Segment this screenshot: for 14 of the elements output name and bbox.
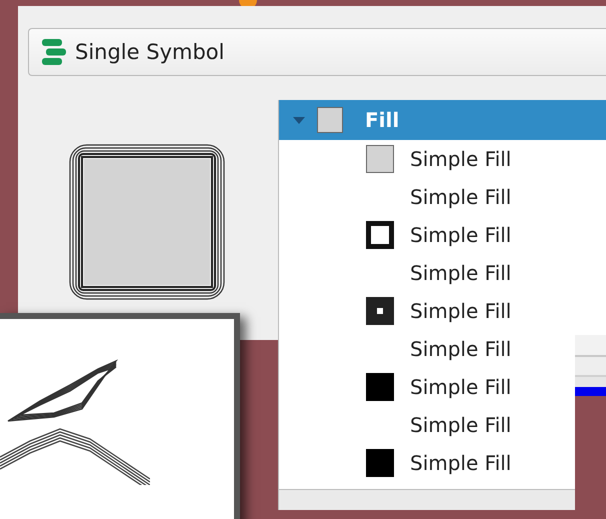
- tree-item[interactable]: Fill: [279, 100, 606, 140]
- tree-item[interactable]: Simple Fill: [279, 140, 606, 178]
- tree-item[interactable]: Simple Fill: [279, 368, 606, 406]
- expand-triangle-icon[interactable]: [293, 116, 305, 124]
- stacked-bars-icon: [41, 38, 67, 66]
- tree-item-label: Fill: [365, 108, 400, 132]
- tree-item[interactable]: Simple Fill: [279, 292, 606, 330]
- tree-item[interactable]: Simple Fill: [279, 178, 606, 216]
- tree-item[interactable]: Simple Fill: [279, 216, 606, 254]
- tree-item[interactable]: Simple Fill: [279, 330, 606, 368]
- tree-item[interactable]: Simple Fill: [279, 444, 606, 482]
- renderer-dropdown[interactable]: Single Symbol: [28, 28, 606, 76]
- tree-item[interactable]: Simple Fill: [279, 254, 606, 292]
- tree-item[interactable]: Simple Fill: [279, 406, 606, 444]
